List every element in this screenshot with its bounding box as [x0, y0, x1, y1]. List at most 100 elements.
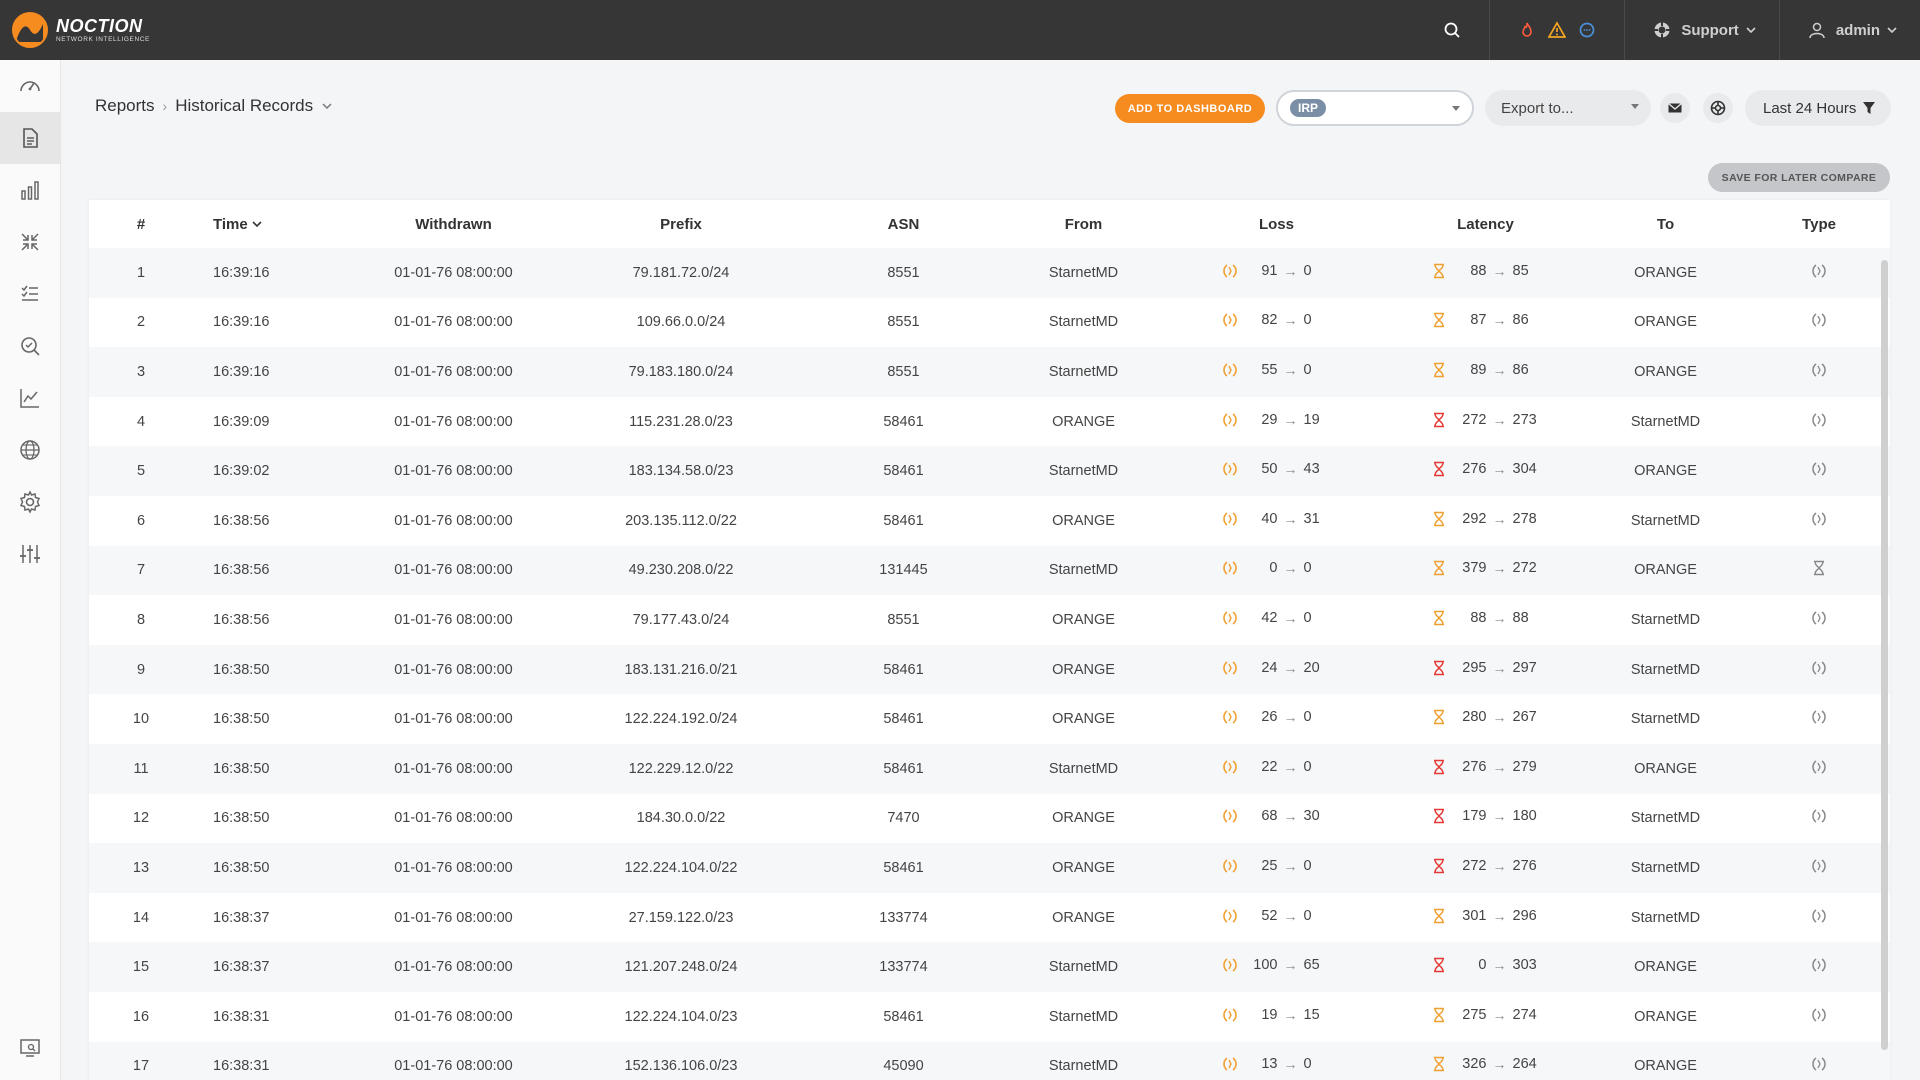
add-to-dashboard-button[interactable]: ADD TO DASHBOARD — [1115, 94, 1265, 123]
sidebar-item-events[interactable] — [0, 268, 60, 320]
table-row[interactable]: 6 16:38:56 01-01-76 08:00:00 203.135.112.0/… — [89, 495, 1890, 546]
cell-time: 16:38:50 — [213, 810, 270, 827]
cell-loss: 55 → 0 — [1165, 347, 1388, 397]
cell-type — [1748, 397, 1890, 447]
hourglass-icon — [1433, 412, 1444, 427]
sidebar-item-search[interactable] — [0, 320, 60, 372]
loss-type-icon — [1812, 760, 1826, 774]
table-row[interactable]: 7 16:38:56 01-01-76 08:00:00 49.230.208.0/2… — [89, 545, 1890, 596]
cell-to: StarnetMD — [1630, 413, 1701, 430]
column-header-time[interactable]: Time — [193, 200, 350, 248]
fire-icon[interactable] — [1518, 21, 1536, 39]
table-row[interactable]: 8 16:38:56 01-01-76 08:00:00 79.177.43.0/24… — [89, 595, 1890, 645]
column-header-type[interactable]: Type — [1748, 200, 1890, 248]
cell-withdrawn: 01-01-76 08:00:00 — [394, 512, 513, 529]
sidebar-item-improvements[interactable] — [0, 216, 60, 268]
cell-to: StarnetMD — [1630, 611, 1701, 628]
packet-loss-icon — [1222, 660, 1237, 675]
cell-num: 7 — [136, 562, 146, 579]
table-row[interactable]: 12 16:38:50 01-01-76 08:00:00 184.30.0.0/22… — [89, 793, 1890, 844]
column-header-latency[interactable]: Latency — [1388, 200, 1583, 248]
email-button[interactable] — [1660, 93, 1690, 123]
sidebar-item-statistics[interactable] — [0, 164, 60, 216]
cell-asn: 8551 — [887, 264, 920, 281]
column-header-time-label: Time — [213, 215, 248, 233]
chat-icon[interactable] — [1578, 21, 1596, 39]
cell-withdrawn: 01-01-76 08:00:00 — [394, 859, 513, 876]
loss-type-icon — [1812, 660, 1826, 675]
table-row[interactable]: 10 16:38:50 01-01-76 08:00:00 122.224.192.0… — [89, 694, 1890, 744]
packet-loss-icon — [1222, 1057, 1237, 1071]
sidebar-item-global[interactable] — [0, 424, 60, 476]
save-for-later-compare-button[interactable]: SAVE FOR LATER COMPARE — [1708, 163, 1890, 192]
cell-latency: 272 → 276 — [1388, 843, 1583, 893]
support-menu[interactable]: Support — [1624, 0, 1779, 60]
help-button[interactable] — [1703, 93, 1733, 123]
hourglass-icon — [1433, 511, 1444, 527]
cell-loss: 19 → 15 — [1165, 992, 1388, 1042]
sidebar-item-graphs[interactable] — [0, 372, 60, 424]
loss-before: 82 — [1261, 312, 1278, 329]
hourglass-icon — [1433, 362, 1444, 378]
table-row[interactable]: 9 16:38:50 01-01-76 08:00:00 183.131.216.0/… — [89, 644, 1890, 695]
time-range-filter[interactable]: Last 24 Hours — [1745, 90, 1891, 126]
sidebar-item-dashboard[interactable] — [0, 60, 60, 112]
table-row[interactable]: 15 16:38:37 01-01-76 08:00:00 121.207.248.0… — [89, 942, 1890, 992]
arrow-right-icon: → — [1283, 857, 1298, 874]
table-row[interactable]: 3 16:39:16 01-01-76 08:00:00 79.183.180.0/2… — [89, 347, 1890, 397]
cell-type — [1748, 744, 1890, 794]
search-icon[interactable] — [1443, 21, 1461, 39]
cell-asn: 8551 — [887, 611, 920, 628]
arrow-right-icon: → — [1283, 361, 1298, 378]
cell-asn: 58461 — [883, 463, 924, 480]
table-row[interactable]: 11 16:38:50 01-01-76 08:00:00 122.229.12.0/… — [89, 743, 1890, 794]
arrow-right-icon: → — [1283, 312, 1298, 329]
export-select[interactable]: Export to... — [1485, 90, 1651, 126]
loss-before: 55 — [1261, 361, 1278, 378]
cell-time: 16:39:02 — [213, 463, 270, 480]
sidebar-item-console[interactable] — [0, 1022, 60, 1074]
column-header-prefix[interactable]: Prefix — [557, 200, 805, 248]
sidebar-item-configuration[interactable] — [0, 476, 60, 528]
sidebar-item-settings[interactable] — [0, 528, 60, 580]
table-row[interactable]: 4 16:39:09 01-01-76 08:00:00 115.231.28.0/2… — [89, 396, 1890, 447]
arrow-right-icon: → — [1492, 659, 1507, 676]
page-title[interactable]: Historical Records — [175, 96, 313, 116]
irp-tag[interactable]: IRP — [1290, 99, 1327, 117]
table-row[interactable]: 17 16:38:31 01-01-76 08:00:00 152.136.106.0… — [89, 1041, 1890, 1080]
chevron-down-icon[interactable] — [321, 100, 333, 112]
cell-asn: 58461 — [883, 1008, 924, 1025]
logo[interactable]: NOCTION NETWORK INTELLIGENCE — [12, 12, 150, 48]
cell-to: ORANGE — [1634, 463, 1697, 480]
packet-loss-icon — [1222, 760, 1237, 774]
cell-asn: 7470 — [887, 810, 920, 827]
cell-withdrawn: 01-01-76 08:00:00 — [394, 1058, 513, 1075]
cell-asn: 58461 — [883, 661, 924, 678]
cell-asn: 131445 — [879, 562, 928, 579]
instance-select[interactable]: IRP — [1276, 90, 1474, 126]
table-row[interactable]: 2 16:39:16 01-01-76 08:00:00 109.66.0.0/24 8… — [89, 297, 1890, 348]
warning-icon[interactable] — [1548, 21, 1567, 39]
table-row[interactable]: 13 16:38:50 01-01-76 08:00:00 122.224.104.0… — [89, 843, 1890, 893]
table-row[interactable]: 5 16:39:02 01-01-76 08:00:00 183.134.58.0/2… — [89, 446, 1890, 496]
table-row[interactable]: 16 16:38:31 01-01-76 08:00:00 122.224.104.0… — [89, 991, 1890, 1042]
cell-time: 16:38:31 — [213, 1008, 270, 1025]
hourglass-icon — [1433, 809, 1444, 824]
loss-after: 43 — [1303, 461, 1320, 478]
latency-before: 87 — [1470, 312, 1487, 329]
loss-before: 42 — [1261, 609, 1278, 626]
sidebar-item-reports[interactable] — [0, 112, 60, 164]
breadcrumb-reports[interactable]: Reports — [95, 96, 155, 116]
column-header-loss[interactable]: Loss — [1165, 200, 1388, 248]
table-row[interactable]: 1 16:39:16 01-01-76 08:00:00 79.181.72.0/24… — [89, 248, 1890, 298]
cell-num: 5 — [136, 463, 146, 480]
cell-from: ORANGE — [1052, 661, 1115, 678]
column-header-to[interactable]: To — [1583, 200, 1748, 248]
scrollbar[interactable] — [1881, 260, 1888, 1050]
column-header-withdrawn[interactable]: Withdrawn — [350, 200, 557, 248]
column-header-from[interactable]: From — [1002, 200, 1165, 248]
table-row[interactable]: 14 16:38:37 01-01-76 08:00:00 27.159.122.0/… — [89, 892, 1890, 943]
column-header-asn[interactable]: ASN — [805, 200, 1002, 248]
user-menu[interactable]: admin — [1778, 0, 1920, 60]
latency-before: 272 — [1462, 857, 1487, 874]
